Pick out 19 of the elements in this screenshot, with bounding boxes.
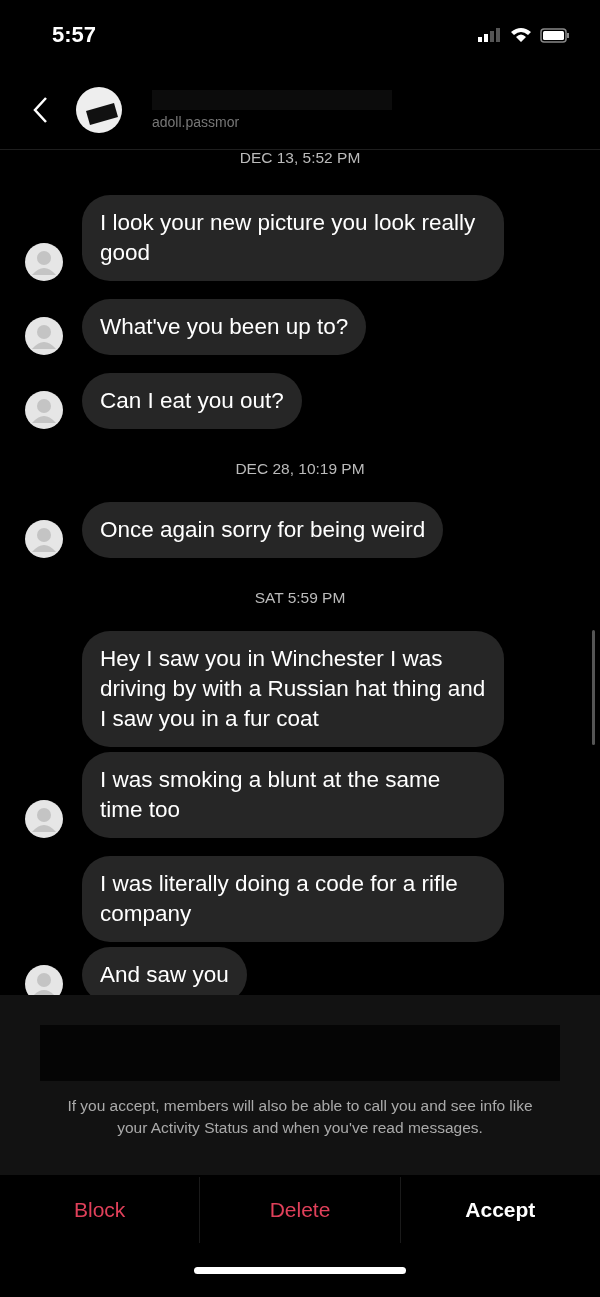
message-bubble: And saw you — [82, 947, 247, 995]
back-icon[interactable] — [32, 95, 48, 124]
timestamp: DEC 13, 5:52 PM — [238, 150, 362, 168]
info-text: If you accept, members will also be able to call you and see info like your Activity Status and when you've read messages. — [66, 1096, 534, 1138]
status-time: 5:57 — [52, 22, 97, 48]
message-bubble: Can I eat you out? — [82, 373, 302, 429]
wifi-icon — [510, 27, 532, 43]
username: adoll.passmor — [152, 113, 241, 130]
message-bubble: Hey I saw you in Winchester I was driving by with a Russian hat thing and I saw you in a fur coat — [82, 631, 504, 747]
avatar-icon[interactable] — [76, 86, 122, 133]
message-bubble: I was smoking a blunt at the same time too — [82, 752, 504, 838]
timestamp: SAT 5:59 PM — [253, 588, 347, 608]
message-bubble: Once again sorry for being weird — [82, 502, 444, 558]
message-bubble: I look your new picture you look really good — [82, 195, 504, 281]
message-bubble: What've you been up to? — [82, 299, 367, 355]
message-bubble: I was literally doing a code for a rifle company — [82, 856, 504, 942]
battery-icon — [540, 27, 570, 43]
timestamp: DEC 28, 10:19 PM — [234, 459, 366, 479]
signal-icon — [478, 28, 502, 42]
